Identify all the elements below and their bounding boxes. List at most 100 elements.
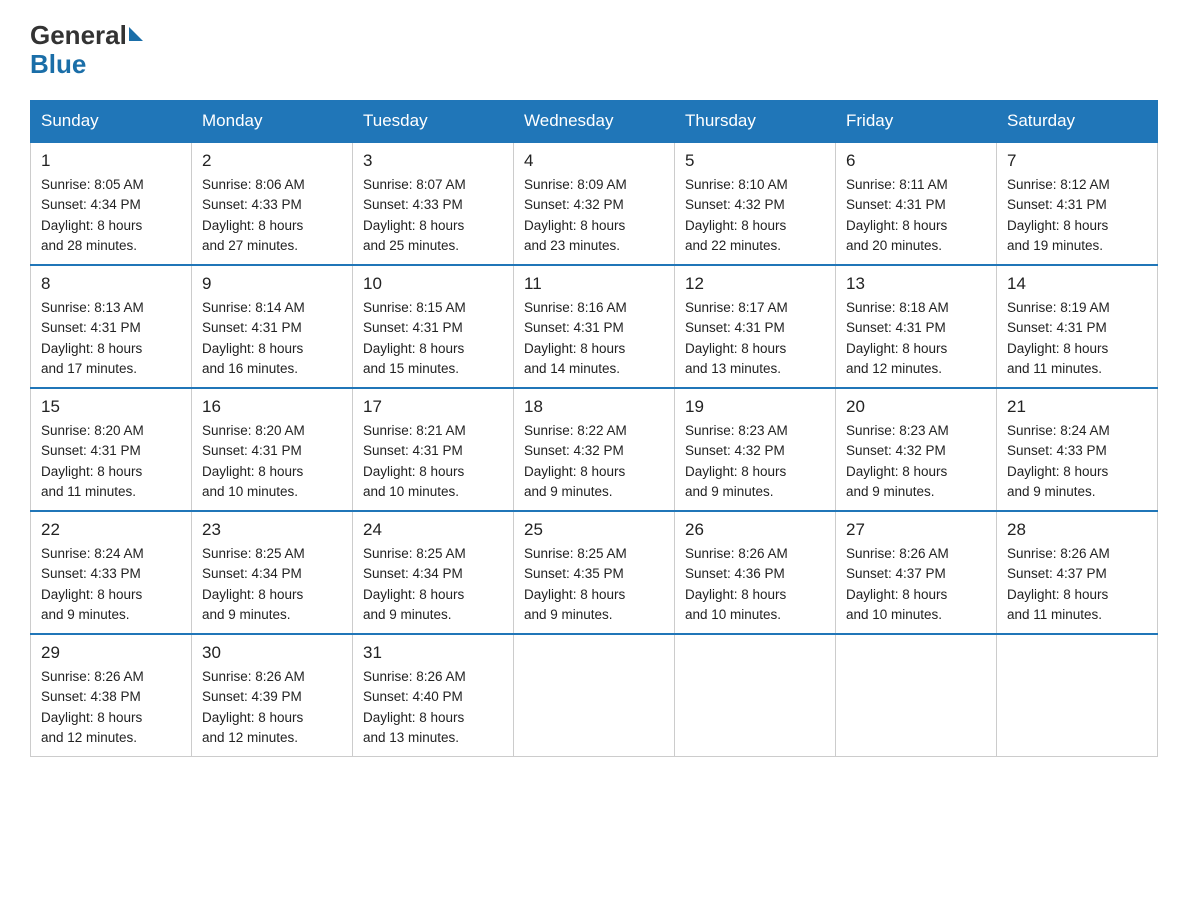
day-cell: 7 Sunrise: 8:12 AM Sunset: 4:31 PM Dayli… [997, 142, 1158, 265]
day-number: 3 [363, 151, 503, 171]
day-info: Sunrise: 8:22 AM Sunset: 4:32 PM Dayligh… [524, 421, 664, 502]
header-row: SundayMondayTuesdayWednesdayThursdayFrid… [31, 101, 1158, 143]
day-cell: 14 Sunrise: 8:19 AM Sunset: 4:31 PM Dayl… [997, 265, 1158, 388]
day-cell [997, 634, 1158, 757]
week-row-3: 15 Sunrise: 8:20 AM Sunset: 4:31 PM Dayl… [31, 388, 1158, 511]
day-cell: 19 Sunrise: 8:23 AM Sunset: 4:32 PM Dayl… [675, 388, 836, 511]
day-number: 8 [41, 274, 181, 294]
day-cell: 24 Sunrise: 8:25 AM Sunset: 4:34 PM Dayl… [353, 511, 514, 634]
day-info: Sunrise: 8:11 AM Sunset: 4:31 PM Dayligh… [846, 175, 986, 256]
day-number: 27 [846, 520, 986, 540]
day-number: 14 [1007, 274, 1147, 294]
day-info: Sunrise: 8:15 AM Sunset: 4:31 PM Dayligh… [363, 298, 503, 379]
day-cell: 27 Sunrise: 8:26 AM Sunset: 4:37 PM Dayl… [836, 511, 997, 634]
day-cell: 20 Sunrise: 8:23 AM Sunset: 4:32 PM Dayl… [836, 388, 997, 511]
header-cell-sunday: Sunday [31, 101, 192, 143]
day-cell: 28 Sunrise: 8:26 AM Sunset: 4:37 PM Dayl… [997, 511, 1158, 634]
day-cell: 4 Sunrise: 8:09 AM Sunset: 4:32 PM Dayli… [514, 142, 675, 265]
day-info: Sunrise: 8:23 AM Sunset: 4:32 PM Dayligh… [685, 421, 825, 502]
day-cell [836, 634, 997, 757]
day-cell: 13 Sunrise: 8:18 AM Sunset: 4:31 PM Dayl… [836, 265, 997, 388]
day-number: 23 [202, 520, 342, 540]
day-cell: 18 Sunrise: 8:22 AM Sunset: 4:32 PM Dayl… [514, 388, 675, 511]
day-number: 31 [363, 643, 503, 663]
day-info: Sunrise: 8:21 AM Sunset: 4:31 PM Dayligh… [363, 421, 503, 502]
day-cell: 2 Sunrise: 8:06 AM Sunset: 4:33 PM Dayli… [192, 142, 353, 265]
day-cell: 6 Sunrise: 8:11 AM Sunset: 4:31 PM Dayli… [836, 142, 997, 265]
day-number: 4 [524, 151, 664, 171]
calendar-table: SundayMondayTuesdayWednesdayThursdayFrid… [30, 100, 1158, 757]
header-cell-friday: Friday [836, 101, 997, 143]
day-cell: 10 Sunrise: 8:15 AM Sunset: 4:31 PM Dayl… [353, 265, 514, 388]
day-number: 5 [685, 151, 825, 171]
day-info: Sunrise: 8:26 AM Sunset: 4:38 PM Dayligh… [41, 667, 181, 748]
day-number: 16 [202, 397, 342, 417]
day-info: Sunrise: 8:06 AM Sunset: 4:33 PM Dayligh… [202, 175, 342, 256]
day-info: Sunrise: 8:17 AM Sunset: 4:31 PM Dayligh… [685, 298, 825, 379]
day-number: 9 [202, 274, 342, 294]
day-number: 19 [685, 397, 825, 417]
day-info: Sunrise: 8:14 AM Sunset: 4:31 PM Dayligh… [202, 298, 342, 379]
day-number: 17 [363, 397, 503, 417]
calendar-body: 1 Sunrise: 8:05 AM Sunset: 4:34 PM Dayli… [31, 142, 1158, 757]
day-cell: 30 Sunrise: 8:26 AM Sunset: 4:39 PM Dayl… [192, 634, 353, 757]
day-cell: 12 Sunrise: 8:17 AM Sunset: 4:31 PM Dayl… [675, 265, 836, 388]
day-cell: 15 Sunrise: 8:20 AM Sunset: 4:31 PM Dayl… [31, 388, 192, 511]
day-info: Sunrise: 8:12 AM Sunset: 4:31 PM Dayligh… [1007, 175, 1147, 256]
header-cell-wednesday: Wednesday [514, 101, 675, 143]
day-number: 11 [524, 274, 664, 294]
page-header: General Blue [30, 20, 1158, 80]
logo-blue-word: Blue [30, 49, 86, 80]
day-cell: 22 Sunrise: 8:24 AM Sunset: 4:33 PM Dayl… [31, 511, 192, 634]
day-cell: 23 Sunrise: 8:25 AM Sunset: 4:34 PM Dayl… [192, 511, 353, 634]
day-cell [675, 634, 836, 757]
day-info: Sunrise: 8:24 AM Sunset: 4:33 PM Dayligh… [1007, 421, 1147, 502]
day-info: Sunrise: 8:24 AM Sunset: 4:33 PM Dayligh… [41, 544, 181, 625]
calendar-header: SundayMondayTuesdayWednesdayThursdayFrid… [31, 101, 1158, 143]
day-info: Sunrise: 8:05 AM Sunset: 4:34 PM Dayligh… [41, 175, 181, 256]
day-number: 20 [846, 397, 986, 417]
day-number: 6 [846, 151, 986, 171]
day-info: Sunrise: 8:25 AM Sunset: 4:34 PM Dayligh… [202, 544, 342, 625]
day-cell: 9 Sunrise: 8:14 AM Sunset: 4:31 PM Dayli… [192, 265, 353, 388]
day-info: Sunrise: 8:25 AM Sunset: 4:35 PM Dayligh… [524, 544, 664, 625]
day-number: 18 [524, 397, 664, 417]
day-info: Sunrise: 8:07 AM Sunset: 4:33 PM Dayligh… [363, 175, 503, 256]
header-cell-saturday: Saturday [997, 101, 1158, 143]
day-number: 25 [524, 520, 664, 540]
day-info: Sunrise: 8:25 AM Sunset: 4:34 PM Dayligh… [363, 544, 503, 625]
day-number: 21 [1007, 397, 1147, 417]
day-info: Sunrise: 8:26 AM Sunset: 4:36 PM Dayligh… [685, 544, 825, 625]
day-cell: 1 Sunrise: 8:05 AM Sunset: 4:34 PM Dayli… [31, 142, 192, 265]
week-row-5: 29 Sunrise: 8:26 AM Sunset: 4:38 PM Dayl… [31, 634, 1158, 757]
header-cell-thursday: Thursday [675, 101, 836, 143]
day-cell: 25 Sunrise: 8:25 AM Sunset: 4:35 PM Dayl… [514, 511, 675, 634]
day-info: Sunrise: 8:18 AM Sunset: 4:31 PM Dayligh… [846, 298, 986, 379]
day-cell: 3 Sunrise: 8:07 AM Sunset: 4:33 PM Dayli… [353, 142, 514, 265]
day-number: 28 [1007, 520, 1147, 540]
day-number: 26 [685, 520, 825, 540]
logo: General Blue [30, 20, 143, 80]
day-info: Sunrise: 8:26 AM Sunset: 4:39 PM Dayligh… [202, 667, 342, 748]
day-info: Sunrise: 8:10 AM Sunset: 4:32 PM Dayligh… [685, 175, 825, 256]
header-cell-tuesday: Tuesday [353, 101, 514, 143]
header-cell-monday: Monday [192, 101, 353, 143]
day-cell: 31 Sunrise: 8:26 AM Sunset: 4:40 PM Dayl… [353, 634, 514, 757]
day-info: Sunrise: 8:16 AM Sunset: 4:31 PM Dayligh… [524, 298, 664, 379]
day-cell: 29 Sunrise: 8:26 AM Sunset: 4:38 PM Dayl… [31, 634, 192, 757]
day-number: 24 [363, 520, 503, 540]
day-cell: 8 Sunrise: 8:13 AM Sunset: 4:31 PM Dayli… [31, 265, 192, 388]
logo-arrow-icon [129, 27, 143, 41]
day-info: Sunrise: 8:20 AM Sunset: 4:31 PM Dayligh… [41, 421, 181, 502]
day-info: Sunrise: 8:20 AM Sunset: 4:31 PM Dayligh… [202, 421, 342, 502]
day-info: Sunrise: 8:26 AM Sunset: 4:37 PM Dayligh… [846, 544, 986, 625]
week-row-2: 8 Sunrise: 8:13 AM Sunset: 4:31 PM Dayli… [31, 265, 1158, 388]
day-number: 29 [41, 643, 181, 663]
day-number: 1 [41, 151, 181, 171]
day-cell [514, 634, 675, 757]
day-number: 12 [685, 274, 825, 294]
week-row-4: 22 Sunrise: 8:24 AM Sunset: 4:33 PM Dayl… [31, 511, 1158, 634]
day-number: 15 [41, 397, 181, 417]
day-number: 10 [363, 274, 503, 294]
day-number: 30 [202, 643, 342, 663]
